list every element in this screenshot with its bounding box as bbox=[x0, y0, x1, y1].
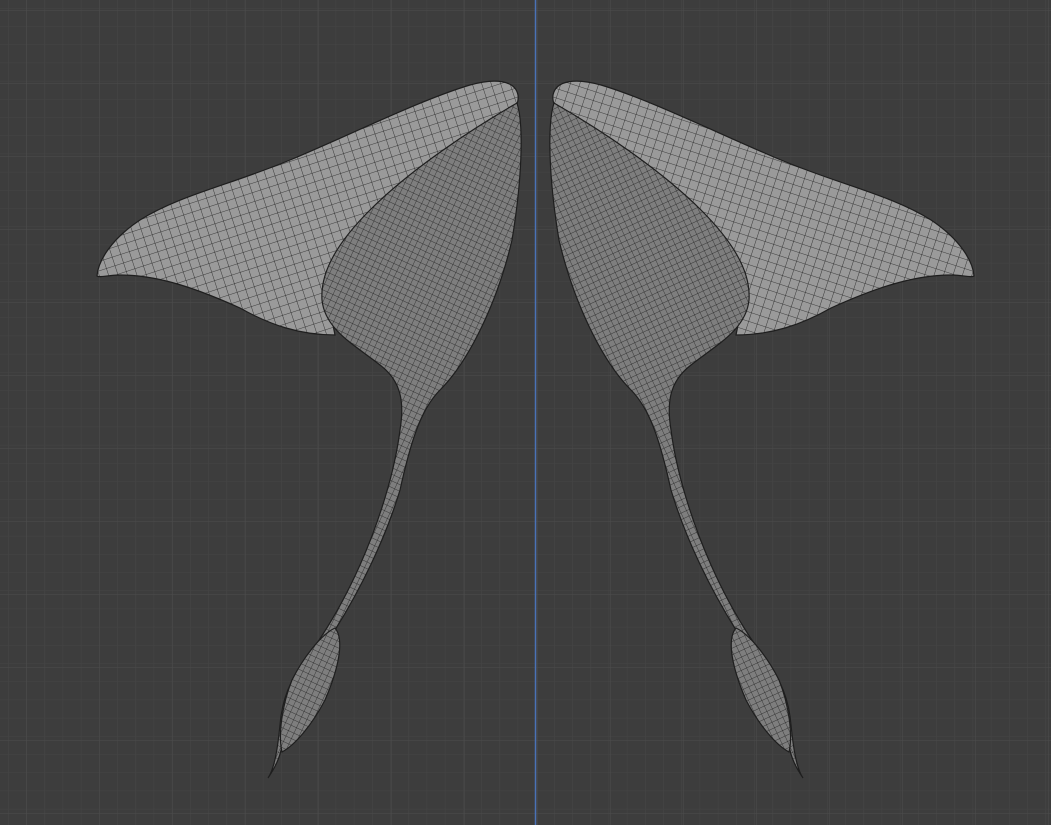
viewport-canvas[interactable] bbox=[0, 0, 1051, 825]
grid-major bbox=[0, 0, 1051, 825]
3d-viewport[interactable] bbox=[0, 0, 1051, 825]
